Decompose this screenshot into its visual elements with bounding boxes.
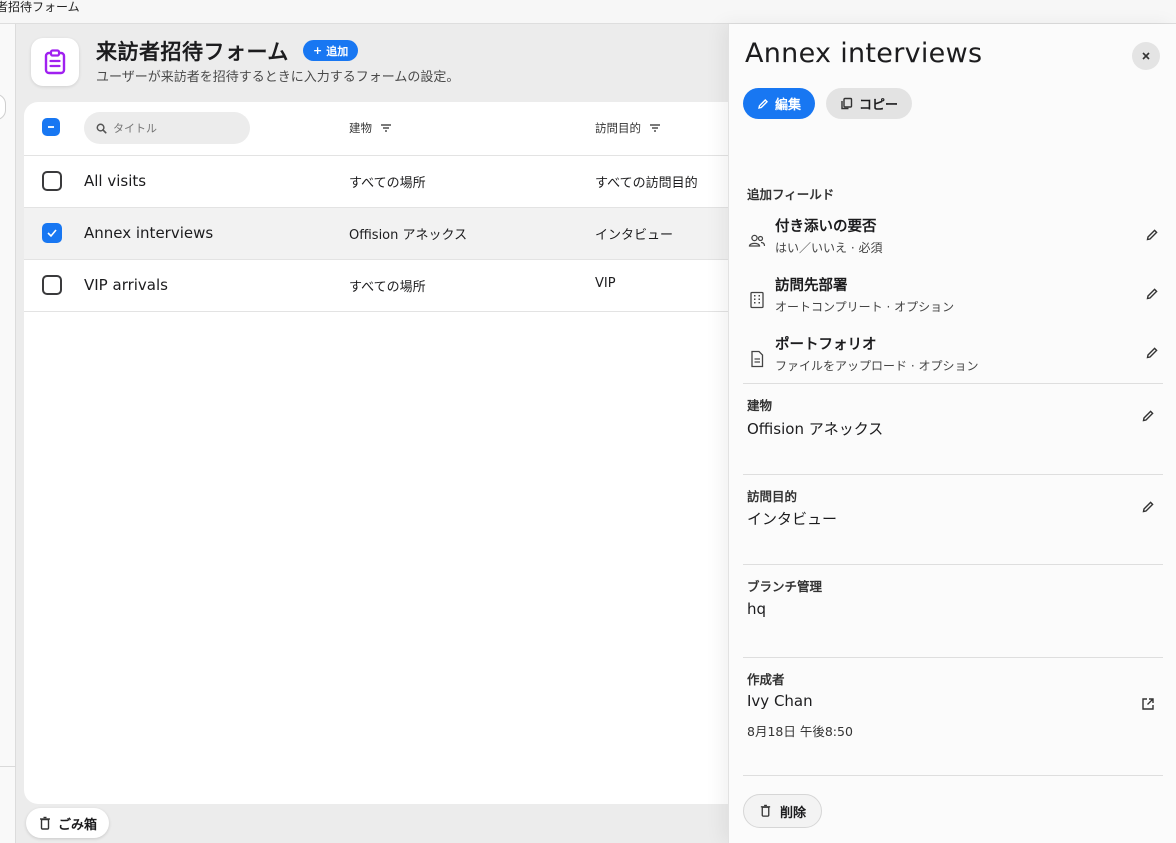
search-box[interactable] (84, 112, 250, 144)
extra-field-item[interactable]: ポートフォリオ ファイルをアップロード · オプション (743, 333, 1163, 383)
page-title: 来訪者招待フォーム (96, 40, 289, 64)
author-value: Ivy Chan (747, 692, 813, 710)
add-form-button[interactable]: + 追加 (303, 40, 359, 61)
pencil-icon[interactable] (1141, 408, 1155, 427)
row-title: VIP arrivals (84, 276, 168, 294)
section-divider (743, 775, 1163, 776)
plus-icon: + (313, 44, 323, 57)
clipboard-icon (31, 38, 79, 86)
document-icon (747, 349, 767, 369)
building-icon (747, 290, 767, 310)
row-building: すべての場所 (349, 280, 426, 295)
window-title: 者招待フォーム (0, 0, 80, 14)
section-divider (743, 383, 1163, 384)
column-header-building[interactable]: 建物 (349, 120, 392, 136)
building-value: Offision アネックス (747, 420, 884, 438)
select-all-checkbox[interactable] (42, 118, 60, 136)
external-link-icon[interactable] (1141, 696, 1155, 715)
extra-field-meta: オートコンプリート · オプション (775, 300, 955, 314)
extra-field-meta: ファイルをアップロード · オプション (775, 359, 979, 373)
extra-field-name: 付き添いの要否 (775, 219, 877, 235)
extra-field-item[interactable]: 訪問先部署 オートコンプリート · オプション (743, 274, 1163, 324)
people-icon (747, 231, 767, 251)
table-row[interactable]: Annex interviews Offision アネックス インタビュー (24, 208, 736, 260)
minus-icon (48, 126, 54, 128)
row-building: すべての場所 (349, 176, 426, 191)
pencil-icon[interactable] (1145, 227, 1159, 246)
row-checkbox[interactable] (42, 275, 62, 295)
pencil-icon[interactable] (1141, 499, 1155, 518)
purpose-value: インタビュー (747, 510, 838, 528)
extra-field-name: 訪問先部署 (775, 278, 848, 294)
row-purpose: すべての訪問目的 (595, 176, 698, 191)
add-form-label: 追加 (326, 44, 349, 58)
table-header: 建物 訪問目的 (24, 102, 736, 156)
pencil-icon (758, 98, 768, 109)
sidebar-divider (0, 766, 16, 767)
trash-icon (40, 816, 50, 830)
search-input[interactable] (113, 121, 233, 135)
branch-value: hq (747, 600, 767, 618)
copy-icon (841, 97, 853, 110)
extra-field-name: ポートフォリオ (775, 337, 877, 353)
extra-field-item[interactable]: 付き添いの要否 はい／いいえ · 必須 (743, 215, 1163, 265)
table-row[interactable]: VIP arrivals すべての場所 VIP (24, 260, 736, 312)
search-icon (96, 123, 107, 134)
collapsed-sidebar (0, 24, 16, 843)
row-checkbox[interactable] (42, 223, 62, 243)
edit-label: 編集 (775, 98, 802, 113)
author-label: 作成者 (747, 672, 785, 687)
panel-title: Annex interviews (745, 38, 983, 69)
column-header-purpose[interactable]: 訪問目的 (595, 120, 661, 136)
window-title-bar: 者招待フォーム (0, 0, 1176, 24)
page-subtitle: ユーザーが来訪者を招待するときに入力するフォームの設定。 (96, 70, 460, 85)
column-header-purpose-label: 訪問目的 (595, 121, 641, 135)
author-date: 8月18日 午後8:50 (747, 724, 853, 739)
pencil-icon[interactable] (1145, 345, 1159, 364)
forms-table: 建物 訪問目的 All visits すべての場所 すべての訪問目 (24, 102, 736, 804)
row-purpose: VIP (595, 276, 616, 291)
column-header-building-label: 建物 (349, 121, 372, 135)
copy-label: コピー (859, 98, 899, 113)
row-purpose: インタビュー (595, 228, 674, 243)
section-divider (743, 564, 1163, 565)
extra-field-meta: はい／いいえ · 必須 (775, 241, 883, 255)
table-row[interactable]: All visits すべての場所 すべての訪問目的 (24, 156, 736, 208)
building-label: 建物 (747, 398, 773, 413)
section-divider (743, 474, 1163, 475)
pencil-icon[interactable] (1145, 286, 1159, 305)
main-area: 来訪者招待フォーム + 追加 ユーザーが来訪者を招待するときに入力するフォームの… (16, 24, 736, 843)
checkmark-icon (47, 229, 57, 238)
edit-button[interactable]: 編集 (743, 88, 816, 119)
delete-label: 削除 (780, 805, 807, 821)
delete-button[interactable]: 削除 (743, 794, 823, 828)
close-icon (1142, 52, 1150, 60)
trash-label: ごみ箱 (58, 817, 98, 833)
row-building: Offision アネックス (349, 228, 468, 243)
section-divider (743, 657, 1163, 658)
trash-icon (760, 804, 771, 817)
row-title: Annex interviews (84, 224, 214, 242)
detail-panel: Annex interviews 編集 コピー 追加フィールド 付き添いの要否 … (728, 24, 1176, 843)
trash-button[interactable]: ごみ箱 (26, 808, 110, 838)
row-checkbox[interactable] (42, 171, 62, 191)
branch-label: ブランチ管理 (747, 579, 823, 594)
row-title: All visits (84, 172, 147, 190)
sidebar-search-pill[interactable] (0, 94, 6, 120)
purpose-label: 訪問目的 (747, 489, 798, 504)
filter-icon (650, 124, 660, 132)
close-button[interactable] (1132, 42, 1160, 70)
copy-button[interactable]: コピー (826, 88, 913, 119)
filter-icon (381, 124, 391, 132)
extra-fields-label: 追加フィールド (747, 187, 835, 202)
